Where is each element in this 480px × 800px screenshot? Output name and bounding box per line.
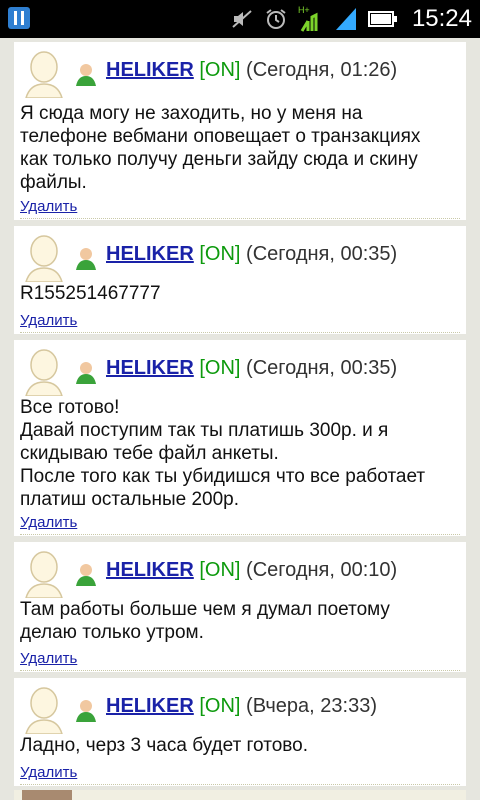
avatar (25, 349, 63, 396)
delete-row: Удалить (20, 196, 460, 219)
online-status: [ON] (199, 357, 241, 379)
timestamp: (Сегодня, 00:35) (246, 243, 398, 265)
delete-row: Удалить (20, 310, 460, 333)
message-post: HELIKER [ON] (Сегодня, 01:26) Я сюда мог… (14, 42, 466, 220)
message-text: Ладно, черз 3 часа будет готово. (20, 735, 308, 756)
message-post: HELIKER [ON] (Сегодня, 00:10) Там работы… (14, 542, 466, 672)
post-header: HELIKER [ON] (Сегодня, 00:10) (106, 556, 397, 584)
avatar (25, 235, 63, 282)
online-status: [ON] (199, 59, 241, 81)
user-icon (76, 700, 96, 722)
message-text: Все готово! Давай поступим так ты платиш… (20, 397, 426, 510)
online-status: [ON] (199, 559, 241, 581)
delete-link[interactable]: Удалить (20, 312, 77, 329)
message-post: HELIKER [ON] (Вчера, 23:33) Ладно, черз … (14, 678, 466, 786)
username-link[interactable]: HELIKER (106, 59, 194, 81)
post-header: HELIKER [ON] (Вчера, 23:33) (106, 692, 377, 720)
delete-link[interactable]: Удалить (20, 514, 77, 531)
timestamp: (Вчера, 23:33) (246, 695, 377, 717)
avatar (25, 51, 63, 98)
post-header: HELIKER [ON] (Сегодня, 00:35) (106, 354, 397, 382)
username-link[interactable]: HELIKER (106, 695, 194, 717)
user-icon (76, 248, 96, 270)
message-list[interactable]: HELIKER [ON] (Сегодня, 01:26) Я сюда мог… (0, 38, 480, 800)
status-bar: H+ 15:24 (0, 0, 480, 38)
username-link[interactable]: HELIKER (106, 559, 194, 581)
battery-icon (367, 11, 397, 27)
online-status: [ON] (199, 695, 241, 717)
delete-row: Удалить (20, 512, 460, 535)
username-link[interactable]: HELIKER (106, 357, 194, 379)
delete-row: Удалить (20, 762, 460, 785)
next-post-peek (14, 790, 466, 800)
clock: 15:24 (411, 5, 472, 32)
message-text: Я сюда могу не заходить, но у меня на те… (20, 103, 421, 193)
message-post: HELIKER [ON] (Сегодня, 00:35) Все готово… (14, 340, 466, 536)
post-header: HELIKER [ON] (Сегодня, 00:35) (106, 240, 397, 268)
timestamp: (Сегодня, 00:10) (246, 559, 398, 581)
username-link[interactable]: HELIKER (106, 243, 194, 265)
timestamp: (Сегодня, 00:35) (246, 357, 398, 379)
user-icon (76, 362, 96, 384)
message-text: R155251467777 (20, 283, 161, 304)
alarm-icon (266, 9, 286, 29)
message-post: HELIKER [ON] (Сегодня, 00:35) R155251467… (14, 226, 466, 334)
delete-link[interactable]: Удалить (20, 764, 77, 781)
timestamp: (Сегодня, 01:26) (246, 59, 398, 81)
app-notification-icon (8, 7, 30, 29)
post-header: HELIKER [ON] (Сегодня, 01:26) (106, 56, 397, 84)
mute-icon (232, 10, 252, 28)
online-status: [ON] (199, 243, 241, 265)
avatar (25, 687, 63, 734)
delete-link[interactable]: Удалить (20, 650, 77, 667)
user-icon (76, 64, 96, 86)
user-icon (76, 564, 96, 586)
signal-icon (335, 8, 356, 30)
delete-link[interactable]: Удалить (20, 198, 77, 215)
data-signal-icon: H+ (298, 5, 324, 33)
delete-row: Удалить (20, 648, 460, 671)
avatar (25, 551, 63, 598)
message-text: Там работы больше чем я думал поетому де… (20, 599, 390, 643)
